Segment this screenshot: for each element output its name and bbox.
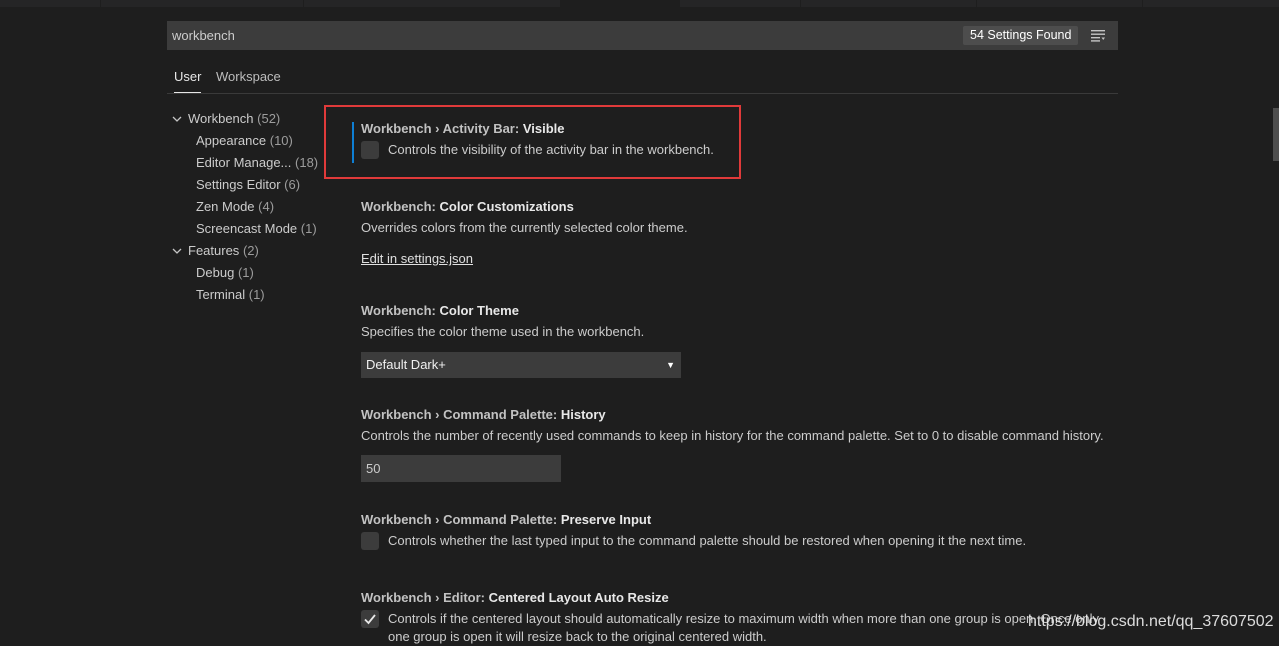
editor-tab[interactable] (0, 0, 101, 7)
setting-key: Color Theme (439, 303, 519, 318)
setting-command-palette-history: Workbench › Command Palette: History Con… (361, 405, 1121, 482)
settings-search-bar: 54 Settings Found (167, 21, 1118, 50)
setting-checkbox-row: Controls the visibility of the activity … (361, 139, 1121, 161)
centered-layout-checkbox[interactable] (361, 610, 379, 628)
toc-item-settings-editor[interactable]: Settings Editor (6) (196, 174, 300, 196)
settings-search-input[interactable] (167, 21, 927, 50)
dropdown-arrow-icon: ▼ (666, 360, 675, 370)
toc-item-count: (1) (248, 287, 265, 302)
toc-item-appearance[interactable]: Appearance (10) (196, 130, 293, 152)
toc-item-count: (10) (269, 133, 293, 148)
editor-tab[interactable] (680, 0, 801, 7)
toc-item-count: (2) (242, 243, 259, 258)
toc-item-count: (1) (237, 265, 254, 280)
setting-key: Preserve Input (560, 512, 652, 527)
toc-item-count: (52) (257, 111, 281, 126)
chevron-down-icon (172, 116, 182, 122)
setting-category: Workbench › Command Palette: (361, 407, 561, 422)
toc-item-editor-management[interactable]: Editor Manage... (18) (196, 152, 318, 174)
toc-item-count: (18) (295, 155, 319, 170)
setting-color-customizations: Workbench: Color Customizations Override… (361, 197, 1121, 268)
setting-description: Overrides colors from the currently sele… (361, 220, 688, 235)
toc-item-debug[interactable]: Debug (1) (196, 262, 254, 284)
setting-checkbox-row: Controls whether the last typed input to… (361, 530, 1121, 552)
toc-item-zen-mode[interactable]: Zen Mode (4) (196, 196, 274, 218)
setting-description: Controls the visibility of the activity … (388, 142, 714, 157)
preserve-input-checkbox[interactable] (361, 532, 379, 550)
toc-item-terminal[interactable]: Terminal (1) (196, 284, 265, 306)
toc-item-count: (6) (284, 177, 301, 192)
toc-item-workbench[interactable]: Workbench (52) (171, 108, 280, 130)
edit-in-settings-json-link[interactable]: Edit in settings.json (361, 251, 473, 266)
setting-activity-bar-visible: Workbench › Activity Bar: Visible Contro… (361, 119, 1121, 161)
settings-scope-tabs: User Workspace (167, 62, 1118, 94)
editor-tab[interactable] (304, 0, 561, 7)
setting-description: Controls whether the last typed input to… (388, 533, 1027, 548)
toc-item-features[interactable]: Features (2) (171, 240, 259, 262)
editor-tab-strip (0, 0, 1279, 7)
setting-description: Controls the number of recently used com… (361, 428, 1104, 443)
command-history-input[interactable] (361, 455, 561, 482)
setting-description: Controls if the centered layout should a… (388, 611, 1100, 626)
filter-icon[interactable] (1091, 29, 1105, 42)
toc-item-label: Debug (196, 265, 235, 280)
select-value: Default Dark+ (366, 357, 446, 372)
editor-tab-active[interactable] (561, 0, 680, 7)
tab-user[interactable]: User (174, 62, 202, 93)
setting-key: History (560, 407, 606, 422)
focused-setting-indicator (352, 122, 354, 163)
setting-category: Workbench › Editor: (361, 590, 489, 605)
chevron-down-icon (172, 248, 182, 254)
setting-command-palette-preserve-input: Workbench › Command Palette: Preserve In… (361, 510, 1121, 552)
setting-key: Centered Layout Auto Resize (488, 590, 669, 605)
tab-workspace[interactable]: Workspace (216, 62, 281, 92)
setting-category: Workbench › Activity Bar: (361, 121, 523, 136)
setting-title: Workbench › Editor: Centered Layout Auto… (361, 588, 1121, 608)
editor-tab[interactable] (801, 0, 977, 7)
toc-item-label: Settings Editor (196, 177, 281, 192)
toc-item-screencast-mode[interactable]: Screencast Mode (1) (196, 218, 317, 240)
setting-title: Workbench › Activity Bar: Visible (361, 119, 1121, 139)
setting-title: Workbench: Color Customizations (361, 197, 1121, 217)
toc-item-label: Screencast Mode (196, 221, 298, 236)
setting-key: Visible (522, 121, 565, 136)
setting-title: Workbench › Command Palette: History (361, 405, 1121, 425)
setting-description: Specifies the color theme used in the wo… (361, 324, 645, 339)
color-theme-select[interactable]: Default Dark+ ▼ (361, 352, 681, 378)
setting-category: Workbench: (361, 199, 440, 214)
toc-item-label: Zen Mode (196, 199, 255, 214)
activity-bar-visible-checkbox[interactable] (361, 141, 379, 159)
toc-item-count: (4) (258, 199, 275, 214)
toc-item-count: (1) (300, 221, 317, 236)
setting-color-theme: Workbench: Color Theme Specifies the col… (361, 301, 1121, 378)
setting-title: Workbench › Command Palette: Preserve In… (361, 510, 1121, 530)
toc-item-label: Workbench (188, 111, 254, 126)
watermark-text: https://blog.csdn.net/qq_37607502 (1028, 613, 1274, 630)
editor-tab[interactable] (977, 0, 1143, 7)
toc-item-label: Editor Manage... (196, 155, 292, 170)
setting-title: Workbench: Color Theme (361, 301, 1121, 321)
setting-checkbox-row: Controls if the centered layout should a… (361, 608, 1121, 630)
setting-category: Workbench: (361, 303, 440, 318)
setting-description-continued: one group is open it will resize back to… (388, 629, 767, 644)
toc-item-label: Terminal (196, 287, 246, 302)
editor-tab[interactable] (101, 0, 304, 7)
checkmark-icon (364, 614, 376, 625)
results-count-badge: 54 Settings Found (963, 26, 1079, 45)
setting-category: Workbench › Command Palette: (361, 512, 561, 527)
setting-centered-layout-auto-resize: Workbench › Editor: Centered Layout Auto… (361, 588, 1121, 646)
vertical-scrollbar-thumb[interactable] (1273, 108, 1279, 161)
toc-item-label: Appearance (196, 133, 267, 148)
setting-key: Color Customizations (439, 199, 574, 214)
